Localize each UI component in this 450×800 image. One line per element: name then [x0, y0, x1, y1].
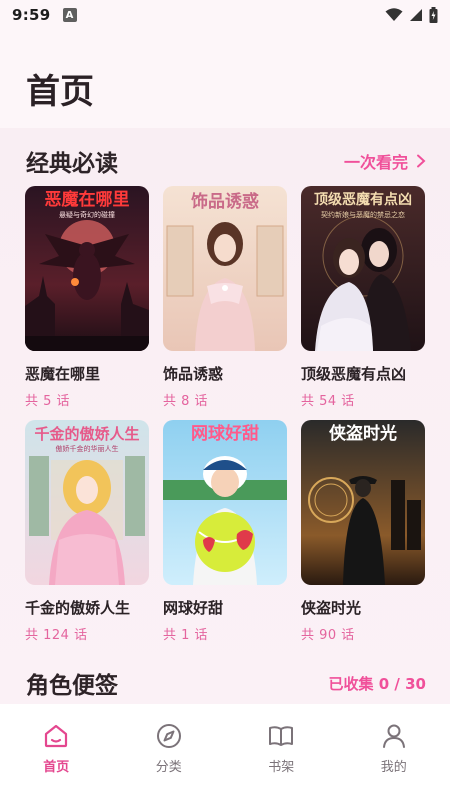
nav-bookshelf[interactable]: 书架	[225, 704, 338, 800]
signal-icon	[410, 9, 422, 21]
notes-section-header: 角色便签 已收集 0 / 30	[26, 666, 426, 700]
episode-count: 共 124 话	[25, 628, 88, 643]
book-title: 网球好甜	[163, 599, 224, 617]
chevron-right-icon	[417, 154, 426, 168]
collected-counter[interactable]: 已收集 0 / 30	[329, 673, 426, 694]
book-card[interactable]: 饰品诱惑 饰品诱惑 共 8 话	[163, 186, 287, 409]
read-all-button[interactable]: 一次看完	[344, 149, 426, 173]
book-card[interactable]: 顶级恶魔有点凶 契约新娘与恶魔的禁忌之恋 顶级恶魔有点凶 共 54 话	[301, 186, 425, 409]
book-cover[interactable]: 饰品诱惑	[163, 186, 287, 351]
wifi-icon	[385, 8, 403, 21]
home-icon	[45, 724, 68, 748]
episode-count: 共 1 话	[163, 628, 209, 643]
book-cover[interactable]: 网球好甜	[163, 420, 287, 585]
read-all-label: 一次看完	[343, 153, 408, 172]
book-cover[interactable]: 侠盗时光	[301, 420, 425, 585]
nav-label: 我的	[380, 760, 407, 775]
nav-category[interactable]: 分类	[113, 704, 226, 800]
notes-section-title: 角色便签	[26, 673, 118, 699]
cover-subtitle: 悬疑与奇幻的碰撞	[59, 211, 115, 219]
book-cover[interactable]: 千金的傲娇人生 傲娇千金的华丽人生	[25, 420, 149, 585]
book-card[interactable]: 千金的傲娇人生 傲娇千金的华丽人生 千金的傲娇人生 共 124 话	[25, 420, 149, 643]
compass-icon	[156, 724, 181, 748]
episode-count: 共 5 话	[25, 394, 71, 409]
cover-title: 侠盗时光	[329, 424, 397, 444]
cover-subtitle: 傲娇千金的华丽人生	[55, 445, 119, 453]
book-icon	[269, 726, 294, 746]
classics-section-header: 经典必读 一次看完	[26, 144, 426, 178]
cover-subtitle: 契约新娘与恶魔的禁忌之恋	[321, 211, 405, 219]
nav-label: 书架	[268, 760, 295, 775]
cover-title: 恶魔在哪里	[44, 190, 130, 210]
book-card[interactable]: 侠盗时光 侠盗时光 共 90 话	[301, 420, 425, 643]
book-cover[interactable]: 顶级恶魔有点凶 契约新娘与恶魔的禁忌之恋	[301, 186, 425, 351]
main-content[interactable]: 经典必读 一次看完 恶魔在哪里 悬疑与奇幻的碰撞 恶魔在哪里 共 5 话 饰品诱…	[0, 128, 450, 704]
status-bar: 9:59 A	[0, 0, 450, 30]
bottom-nav: 首页 分类 书架 我的	[0, 704, 450, 800]
nav-profile[interactable]: 我的	[338, 704, 450, 800]
classics-section-title: 经典必读	[26, 151, 118, 177]
nav-label: 分类	[155, 760, 182, 775]
header: 首页	[0, 30, 450, 128]
cover-title: 千金的傲娇人生	[34, 425, 140, 443]
book-card[interactable]: 网球好甜 网球好甜 共 1 话	[163, 420, 287, 643]
nav-label: 首页	[43, 760, 70, 775]
book-title: 顶级恶魔有点凶	[301, 365, 407, 383]
notification-icon: A	[62, 8, 77, 22]
episode-count: 共 8 话	[163, 394, 209, 409]
book-title: 侠盗时光	[301, 599, 362, 617]
page-title: 首页	[26, 72, 94, 112]
status-time: 9:59	[12, 6, 51, 24]
cover-title: 顶级恶魔有点凶	[314, 192, 412, 208]
episode-count: 共 54 话	[301, 394, 355, 409]
book-title: 千金的傲娇人生	[25, 599, 131, 617]
book-title: 恶魔在哪里	[25, 365, 101, 383]
cover-title: 饰品诱惑	[191, 192, 259, 212]
nav-home[interactable]: 首页	[0, 704, 113, 800]
cover-title: 网球好甜	[191, 424, 259, 444]
battery-icon	[429, 7, 438, 23]
person-icon	[382, 724, 405, 748]
book-cover[interactable]: 恶魔在哪里 悬疑与奇幻的碰撞	[25, 186, 149, 351]
book-title: 饰品诱惑	[163, 365, 224, 383]
book-card[interactable]: 恶魔在哪里 悬疑与奇幻的碰撞 恶魔在哪里 共 5 话	[25, 186, 149, 409]
episode-count: 共 90 话	[301, 628, 355, 643]
